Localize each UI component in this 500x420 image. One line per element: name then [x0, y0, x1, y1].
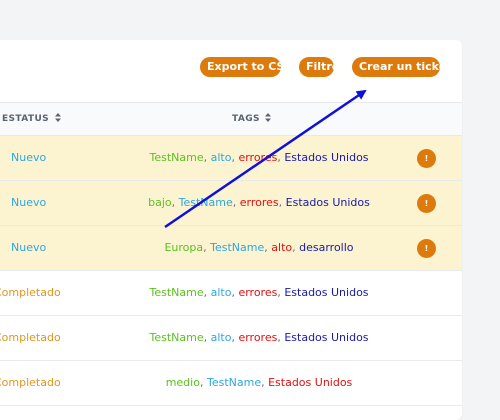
- table-header: ESTATUS TAGS: [0, 102, 462, 136]
- tag[interactable]: TestName: [149, 331, 203, 344]
- tag[interactable]: alto: [211, 286, 232, 299]
- tags-cell: TestName, alto, errores, Estados Unidos: [124, 286, 394, 299]
- tag[interactable]: Estados Unidos: [284, 151, 368, 164]
- alert-icon[interactable]: !: [417, 239, 436, 258]
- alert-icon[interactable]: !: [417, 194, 436, 213]
- tag[interactable]: errores: [240, 196, 279, 209]
- tag[interactable]: errores: [238, 331, 277, 344]
- tag-separator: ,: [203, 286, 211, 299]
- tag[interactable]: medio: [166, 376, 200, 389]
- tags-header-label: TAGS: [232, 114, 260, 124]
- export-csv-button[interactable]: Export to CSV: [200, 57, 293, 77]
- tag[interactable]: bajo: [148, 196, 172, 209]
- tags-column-header[interactable]: TAGS: [232, 113, 272, 124]
- tag-separator: ,: [278, 196, 286, 209]
- tags-cell: TestName, alto, errores, Estados Unidos: [124, 151, 394, 164]
- tag-separator: ,: [199, 376, 207, 389]
- toolbar: Export to CSV Filtro Crear un ticket: [0, 40, 462, 102]
- create-ticket-button[interactable]: Crear un ticket: [352, 57, 451, 77]
- tag[interactable]: TestName: [149, 151, 203, 164]
- status-text: Nuevo: [11, 241, 47, 254]
- alert-icon[interactable]: !: [417, 149, 436, 168]
- tag[interactable]: Europa: [164, 241, 203, 254]
- tags-cell: Europa, TestName, alto, desarrollo: [124, 241, 394, 254]
- tag-separator: ,: [232, 196, 240, 209]
- filter-button[interactable]: Filtro: [299, 57, 339, 77]
- tag[interactable]: Estados Unidos: [286, 196, 370, 209]
- table-row[interactable]: Completado TestName, alto, errores, Estad…: [0, 316, 462, 361]
- status-text: Completado: [0, 286, 61, 299]
- table-row[interactable]: Completado medio, TestName, Estados Unido…: [0, 361, 462, 406]
- tags-cell: medio, TestName, Estados Unidos: [124, 376, 394, 389]
- tag[interactable]: Estados Unidos: [268, 376, 352, 389]
- tag[interactable]: Estados Unidos: [284, 331, 368, 344]
- status-header-label: ESTATUS: [2, 114, 50, 124]
- status-column-header[interactable]: ESTATUS: [2, 113, 61, 124]
- tag[interactable]: Estados Unidos: [284, 286, 368, 299]
- status-text: Nuevo: [11, 151, 47, 164]
- tag[interactable]: errores: [238, 151, 277, 164]
- tag[interactable]: TestName: [179, 196, 233, 209]
- tag-separator: ,: [171, 196, 179, 209]
- table-row[interactable]: Nuevo bajo, TestName, errores, Estados Un…: [0, 181, 462, 226]
- table-row[interactable]: Nuevo Europa, TestName, alto, desarrollo!: [0, 226, 462, 271]
- tickets-card: Export to CSV Filtro Crear un ticket EST…: [0, 40, 462, 420]
- tags-cell: TestName, alto, errores, Estados Unidos: [124, 331, 394, 344]
- tag[interactable]: errores: [238, 286, 277, 299]
- status-text: Completado: [0, 376, 61, 389]
- tag-separator: ,: [203, 331, 211, 344]
- tag[interactable]: alto: [211, 331, 232, 344]
- tag[interactable]: TestName: [149, 286, 203, 299]
- tag[interactable]: alto: [211, 151, 232, 164]
- tag-separator: ,: [203, 151, 211, 164]
- status-text: Nuevo: [11, 196, 47, 209]
- tag[interactable]: TestName: [210, 241, 264, 254]
- table-row[interactable]: Nuevo TestName, alto, errores, Estados Un…: [0, 136, 462, 181]
- table-row[interactable]: Completado TestName, alto, errores, Estad…: [0, 271, 462, 316]
- table-body: Nuevo TestName, alto, errores, Estados Un…: [0, 136, 462, 406]
- tag[interactable]: TestName: [207, 376, 261, 389]
- tags-cell: bajo, TestName, errores, Estados Unidos: [124, 196, 394, 209]
- tag[interactable]: alto: [271, 241, 292, 254]
- status-text: Completado: [0, 331, 61, 344]
- sort-arrows-icon[interactable]: [265, 113, 272, 122]
- tag[interactable]: desarrollo: [299, 241, 353, 254]
- sort-arrows-icon[interactable]: [54, 113, 61, 122]
